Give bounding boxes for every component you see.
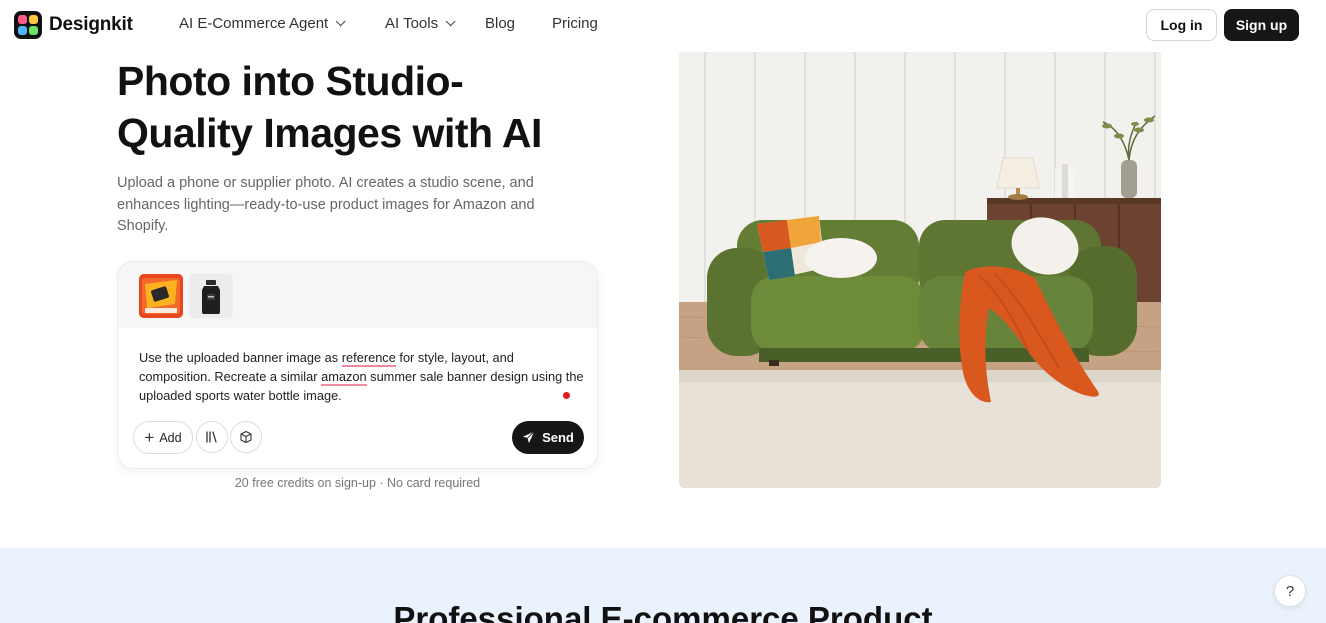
library-button[interactable] xyxy=(196,421,228,453)
send-label: Send xyxy=(542,430,574,445)
add-label: Add xyxy=(159,430,182,445)
nav-item-ai-tools[interactable]: AI Tools xyxy=(385,15,456,32)
hero-title: Photo into Studio- Quality Images with A… xyxy=(117,55,637,159)
spellcheck-word: amazon xyxy=(321,369,367,386)
designkit-logo-icon xyxy=(14,11,42,39)
brand-logo[interactable]: Designkit xyxy=(14,11,133,39)
features-section: Professional E-commerce Product xyxy=(0,548,1326,623)
nav-item-label: AI E-Commerce Agent xyxy=(179,15,329,32)
nav-item-label: Blog xyxy=(485,15,516,32)
plus-icon: + xyxy=(144,428,155,447)
add-attachment-button[interactable]: + Add xyxy=(133,421,193,454)
chevron-down-icon xyxy=(335,16,346,27)
nav-item-ai-ecommerce-agent[interactable]: AI E-Commerce Agent xyxy=(179,15,346,32)
send-icon xyxy=(523,431,535,444)
water-bottle-thumbnail-image xyxy=(189,274,233,318)
cube-icon xyxy=(240,430,252,444)
signup-button[interactable]: Sign up xyxy=(1224,9,1299,41)
3d-box-button[interactable] xyxy=(230,421,262,453)
send-button[interactable]: Send xyxy=(512,421,584,454)
nav-item-pricing[interactable]: Pricing xyxy=(552,15,598,32)
prompt-card: Use the uploaded banner image as referen… xyxy=(117,261,598,469)
login-button[interactable]: Log in xyxy=(1146,9,1217,41)
library-icon xyxy=(206,431,217,443)
spellcheck-word: reference xyxy=(341,350,396,367)
top-navigation: Designkit AI E-Commerce Agent AI Tools B… xyxy=(0,0,1326,50)
hero-subtitle: Upload a phone or supplier photo. AI cre… xyxy=(117,173,577,238)
nav-item-label: AI Tools xyxy=(385,15,439,32)
banner-image-thumbnail[interactable] xyxy=(139,274,183,318)
nav-item-label: Pricing xyxy=(552,15,598,32)
features-section-title: Professional E-commerce Product xyxy=(393,600,933,623)
banner-thumbnail-image xyxy=(139,274,183,318)
prompt-text: Use the uploaded banner image as xyxy=(139,350,342,365)
water-bottle-thumbnail[interactable] xyxy=(189,274,233,318)
hero-product-image xyxy=(679,52,1161,488)
hero-subtitle-line-2: enhances lighting—ready-to-use product i… xyxy=(117,196,535,213)
hero-title-line-1: Photo into Studio- xyxy=(117,58,464,104)
living-room-sofa-image xyxy=(679,52,1161,488)
prompt-textarea[interactable]: Use the uploaded banner image as referen… xyxy=(139,348,584,405)
credits-note: 20 free credits on sign-up · No card req… xyxy=(234,476,481,490)
chevron-down-icon xyxy=(445,16,456,27)
hero-subtitle-line-3: Shopify. xyxy=(117,218,169,234)
nav-item-blog[interactable]: Blog xyxy=(485,15,515,32)
recording-indicator-dot xyxy=(563,392,570,399)
attachments-bar xyxy=(118,262,597,328)
help-button[interactable]: ? xyxy=(1274,575,1306,607)
brand-name: Designkit xyxy=(49,14,133,35)
hero-subtitle-line-1: Upload a phone or supplier photo. AI cre… xyxy=(117,175,534,191)
hero-title-line-2: Quality Images with AI xyxy=(117,110,542,156)
